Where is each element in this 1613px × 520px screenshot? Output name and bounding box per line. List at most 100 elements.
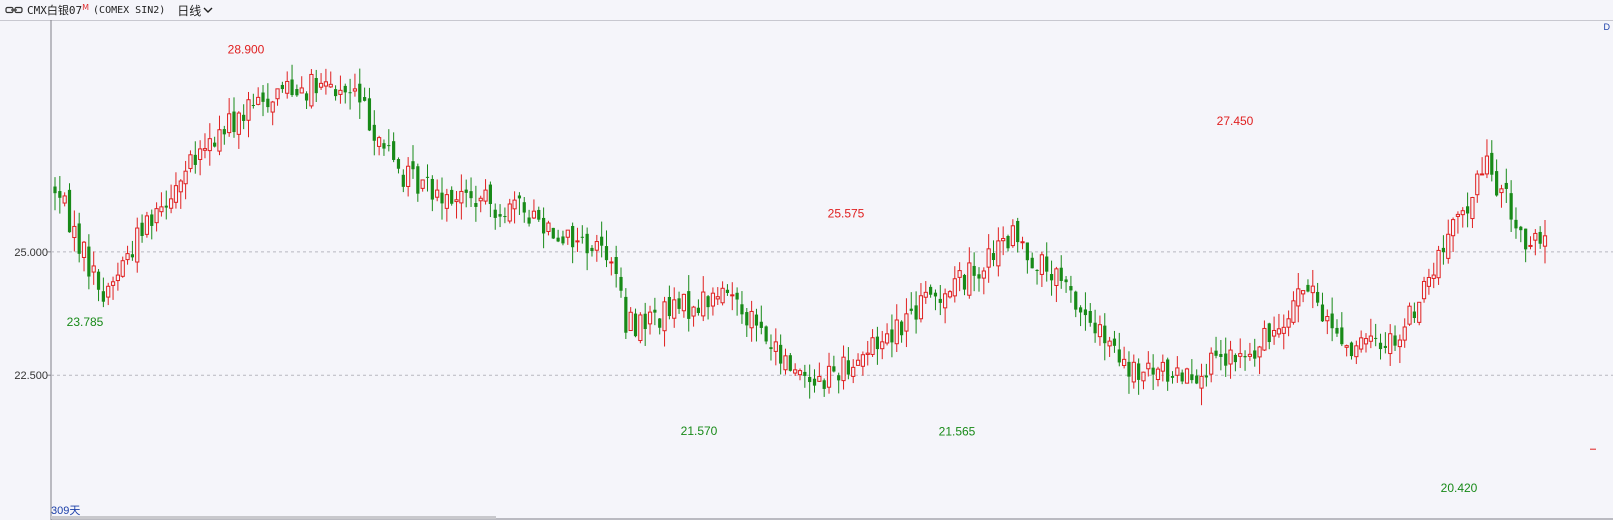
candle-body: [304, 93, 309, 101]
candle-body: [290, 79, 294, 96]
candle-body: [551, 227, 555, 239]
candle-body: [696, 307, 701, 314]
candle-body: [1417, 301, 1422, 323]
candle-body: [382, 143, 386, 149]
link-icon[interactable]: [5, 5, 23, 15]
candle-body: [701, 291, 706, 317]
candle-body: [1533, 232, 1538, 241]
candle-body: [812, 378, 817, 386]
candle-body: [715, 296, 720, 300]
candle-body: [232, 111, 236, 133]
candle-body: [1519, 226, 1523, 231]
candle-body: [1112, 338, 1117, 346]
candle-body: [1137, 363, 1141, 380]
candle-body: [323, 81, 329, 87]
candle-body: [681, 293, 686, 312]
candle-body: [62, 195, 67, 204]
candle-body: [1054, 268, 1059, 286]
candle-body: [1330, 313, 1334, 329]
candle-body: [106, 285, 111, 298]
candle-body: [943, 293, 948, 309]
candle-body: [1320, 304, 1325, 322]
candle-body: [803, 371, 807, 376]
candle-body: [377, 137, 382, 147]
candle-body: [154, 208, 159, 224]
candle-body: [420, 179, 425, 189]
candle-body: [1103, 325, 1107, 344]
candle-body: [677, 298, 681, 309]
candle-body: [759, 321, 763, 328]
candle-body: [411, 161, 415, 170]
candle-body: [430, 178, 434, 200]
candle-body: [527, 217, 531, 224]
high-annotation: 27.450: [1217, 114, 1254, 128]
candle-body: [1146, 362, 1151, 370]
candle-body: [986, 248, 991, 268]
period-selector[interactable]: 日线: [177, 2, 213, 19]
candle-body: [1035, 269, 1039, 272]
candle-body: [822, 380, 826, 389]
candle-body: [638, 314, 643, 342]
candle-body: [120, 260, 125, 277]
candle-body: [1296, 288, 1301, 307]
candle-body: [1388, 333, 1393, 355]
horizontal-scrollbar[interactable]: [51, 516, 496, 519]
candle-body: [1141, 371, 1146, 382]
candle-body: [1074, 291, 1078, 310]
candle-body: [1184, 368, 1190, 384]
candle-body: [207, 138, 212, 152]
candle-body: [537, 209, 541, 220]
candle-body: [1117, 349, 1121, 363]
candle-body: [628, 311, 633, 332]
candle-body: [425, 176, 430, 178]
chart-area[interactable]: 22.500 25.000 28.900 23.785 25.575 21.570 21.5…: [0, 20, 1613, 520]
candle-body: [1170, 376, 1175, 378]
instrument-fullname: (COMEX SIN2): [93, 4, 166, 16]
candle-body: [826, 365, 832, 388]
candlestick-chart[interactable]: 22.500 25.000 28.900 23.785 25.575 21.570 21.5…: [0, 20, 1613, 520]
candle-body: [938, 298, 942, 303]
candle-body: [1450, 219, 1456, 237]
candle-body: [1199, 375, 1204, 389]
candle-body: [1190, 374, 1194, 381]
candle-body: [860, 354, 865, 367]
candle-body: [1363, 338, 1369, 345]
candle-body: [1151, 367, 1155, 375]
candle-body: [246, 99, 251, 121]
candle-body: [1214, 350, 1218, 356]
candle-body: [1204, 375, 1208, 378]
candle-body: [1368, 335, 1373, 342]
candle-body: [890, 329, 894, 343]
candle-body: [1093, 322, 1097, 334]
candle-body: [110, 281, 116, 286]
candle-body: [309, 73, 314, 107]
candle-body: [1166, 359, 1170, 382]
candle-body: [914, 305, 918, 320]
candle-body: [1228, 349, 1233, 365]
candle-body: [609, 261, 614, 264]
candle-body: [1262, 327, 1267, 351]
candle-body: [1484, 155, 1490, 175]
candle-body: [764, 326, 768, 342]
candle-body: [183, 170, 188, 185]
candle-body: [115, 274, 120, 282]
candle-body: [1441, 247, 1446, 253]
candle-body: [846, 360, 850, 375]
candle-body: [1271, 329, 1277, 337]
candle-body: [251, 104, 255, 106]
candle-body: [493, 209, 497, 218]
candle-body: [923, 291, 928, 298]
candle-body: [1243, 356, 1247, 358]
candle-body: [1267, 323, 1271, 343]
candle-body: [957, 270, 962, 278]
candle-body: [754, 314, 759, 326]
candle-body: [1460, 210, 1465, 216]
candle-body: [1349, 342, 1354, 357]
candle-body: [188, 154, 193, 169]
candle-body: [894, 319, 899, 345]
candle-body: [797, 370, 803, 376]
candle-body: [1344, 345, 1349, 348]
candle-body: [841, 356, 846, 382]
candle-body: [691, 306, 696, 317]
low-annotation: 21.570: [681, 424, 718, 438]
